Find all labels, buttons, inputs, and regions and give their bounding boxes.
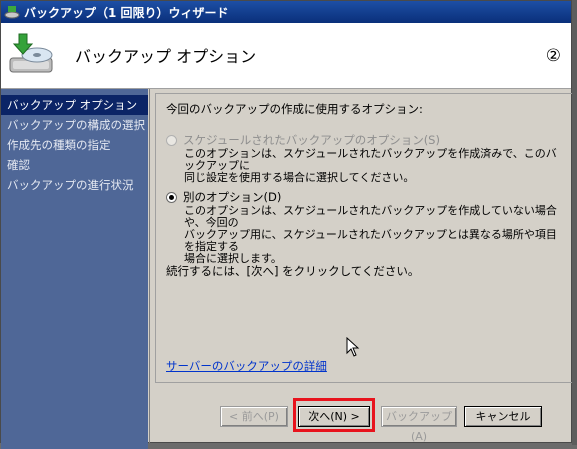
other-option-description: このオプションは、スケジュールされたバックアップを作成していない場合や、今回の … (184, 205, 564, 265)
sidebar-item-backup-progress[interactable]: バックアップの進行状況 (1, 175, 148, 195)
mouse-pointer-icon (346, 337, 360, 357)
page-title: バックアップ オプション (75, 47, 257, 66)
radio-selected-dot (169, 194, 174, 200)
scheduled-option-radio-row: スケジュールされたバックアップのオプション(S) (166, 132, 440, 148)
step-marker: ② (545, 46, 561, 66)
continue-instruction: 続行するには、[次へ] をクリックしてください。 (166, 264, 420, 278)
backup-button[interactable]: バックアップ(A) (381, 406, 457, 443)
title-bar[interactable]: バックアップ（1 回限り）ウィザード (1, 1, 571, 23)
wizard-header: バックアップ オプション ② (1, 23, 571, 89)
cancel-button[interactable]: キャンセル (464, 406, 542, 427)
wizard-sidebar: バックアップ オプション バックアップの構成の選択 作成先の種類の指定 確認 バ… (1, 89, 148, 449)
other-option-label: 別のオプション(D) (183, 190, 282, 204)
back-button[interactable]: < 前へ(P) (220, 406, 288, 427)
scheduled-option-label: スケジュールされたバックアップのオプション(S) (183, 133, 440, 147)
sidebar-item-destination-type[interactable]: 作成先の種類の指定 (1, 135, 148, 155)
wizard-window: バックアップ（1 回限り）ウィザード バックアップ オプション ② バックアップ… (0, 0, 574, 449)
scheduled-description-line: 同じ設定を使用する場合に選択してください。 (184, 171, 415, 184)
other-description-line: バックアップ用に、スケジュールされたバックアップとは異なる場所や項目を指定する (184, 228, 557, 253)
background-edge (572, 0, 577, 445)
backup-details-link[interactable]: サーバーのバックアップの詳細 (166, 358, 327, 374)
scheduled-description-line: このオプションは、スケジュールされたバックアップを作成済みで、このバックアップに (184, 147, 557, 172)
next-button-highlight (293, 398, 375, 432)
sidebar-item-backup-configuration[interactable]: バックアップの構成の選択 (1, 115, 148, 135)
window-title: バックアップ（1 回限り）ウィザード (24, 5, 229, 20)
other-description-line: このオプションは、スケジュールされたバックアップを作成していない場合や、今回の (184, 204, 557, 229)
content-area: 今回のバックアップの作成に使用するオプション: スケジュールされたバックアップの… (149, 89, 574, 443)
backup-drive-icon (9, 33, 53, 73)
backup-app-icon (4, 6, 20, 19)
sidebar-item-confirmation[interactable]: 確認 (1, 155, 148, 175)
sidebar-item-backup-options[interactable]: バックアップ オプション (1, 95, 148, 115)
other-option-radio[interactable] (166, 191, 177, 203)
options-panel: 今回のバックアップの作成に使用するオプション: スケジュールされたバックアップの… (155, 93, 573, 383)
scheduled-option-radio[interactable] (166, 134, 177, 146)
options-prompt: 今回のバックアップの作成に使用するオプション: (166, 102, 423, 116)
other-option-radio-row: 別のオプション(D) (166, 189, 281, 205)
scheduled-option-description: このオプションは、スケジュールされたバックアップを作成済みで、このバックアップに… (184, 148, 564, 184)
